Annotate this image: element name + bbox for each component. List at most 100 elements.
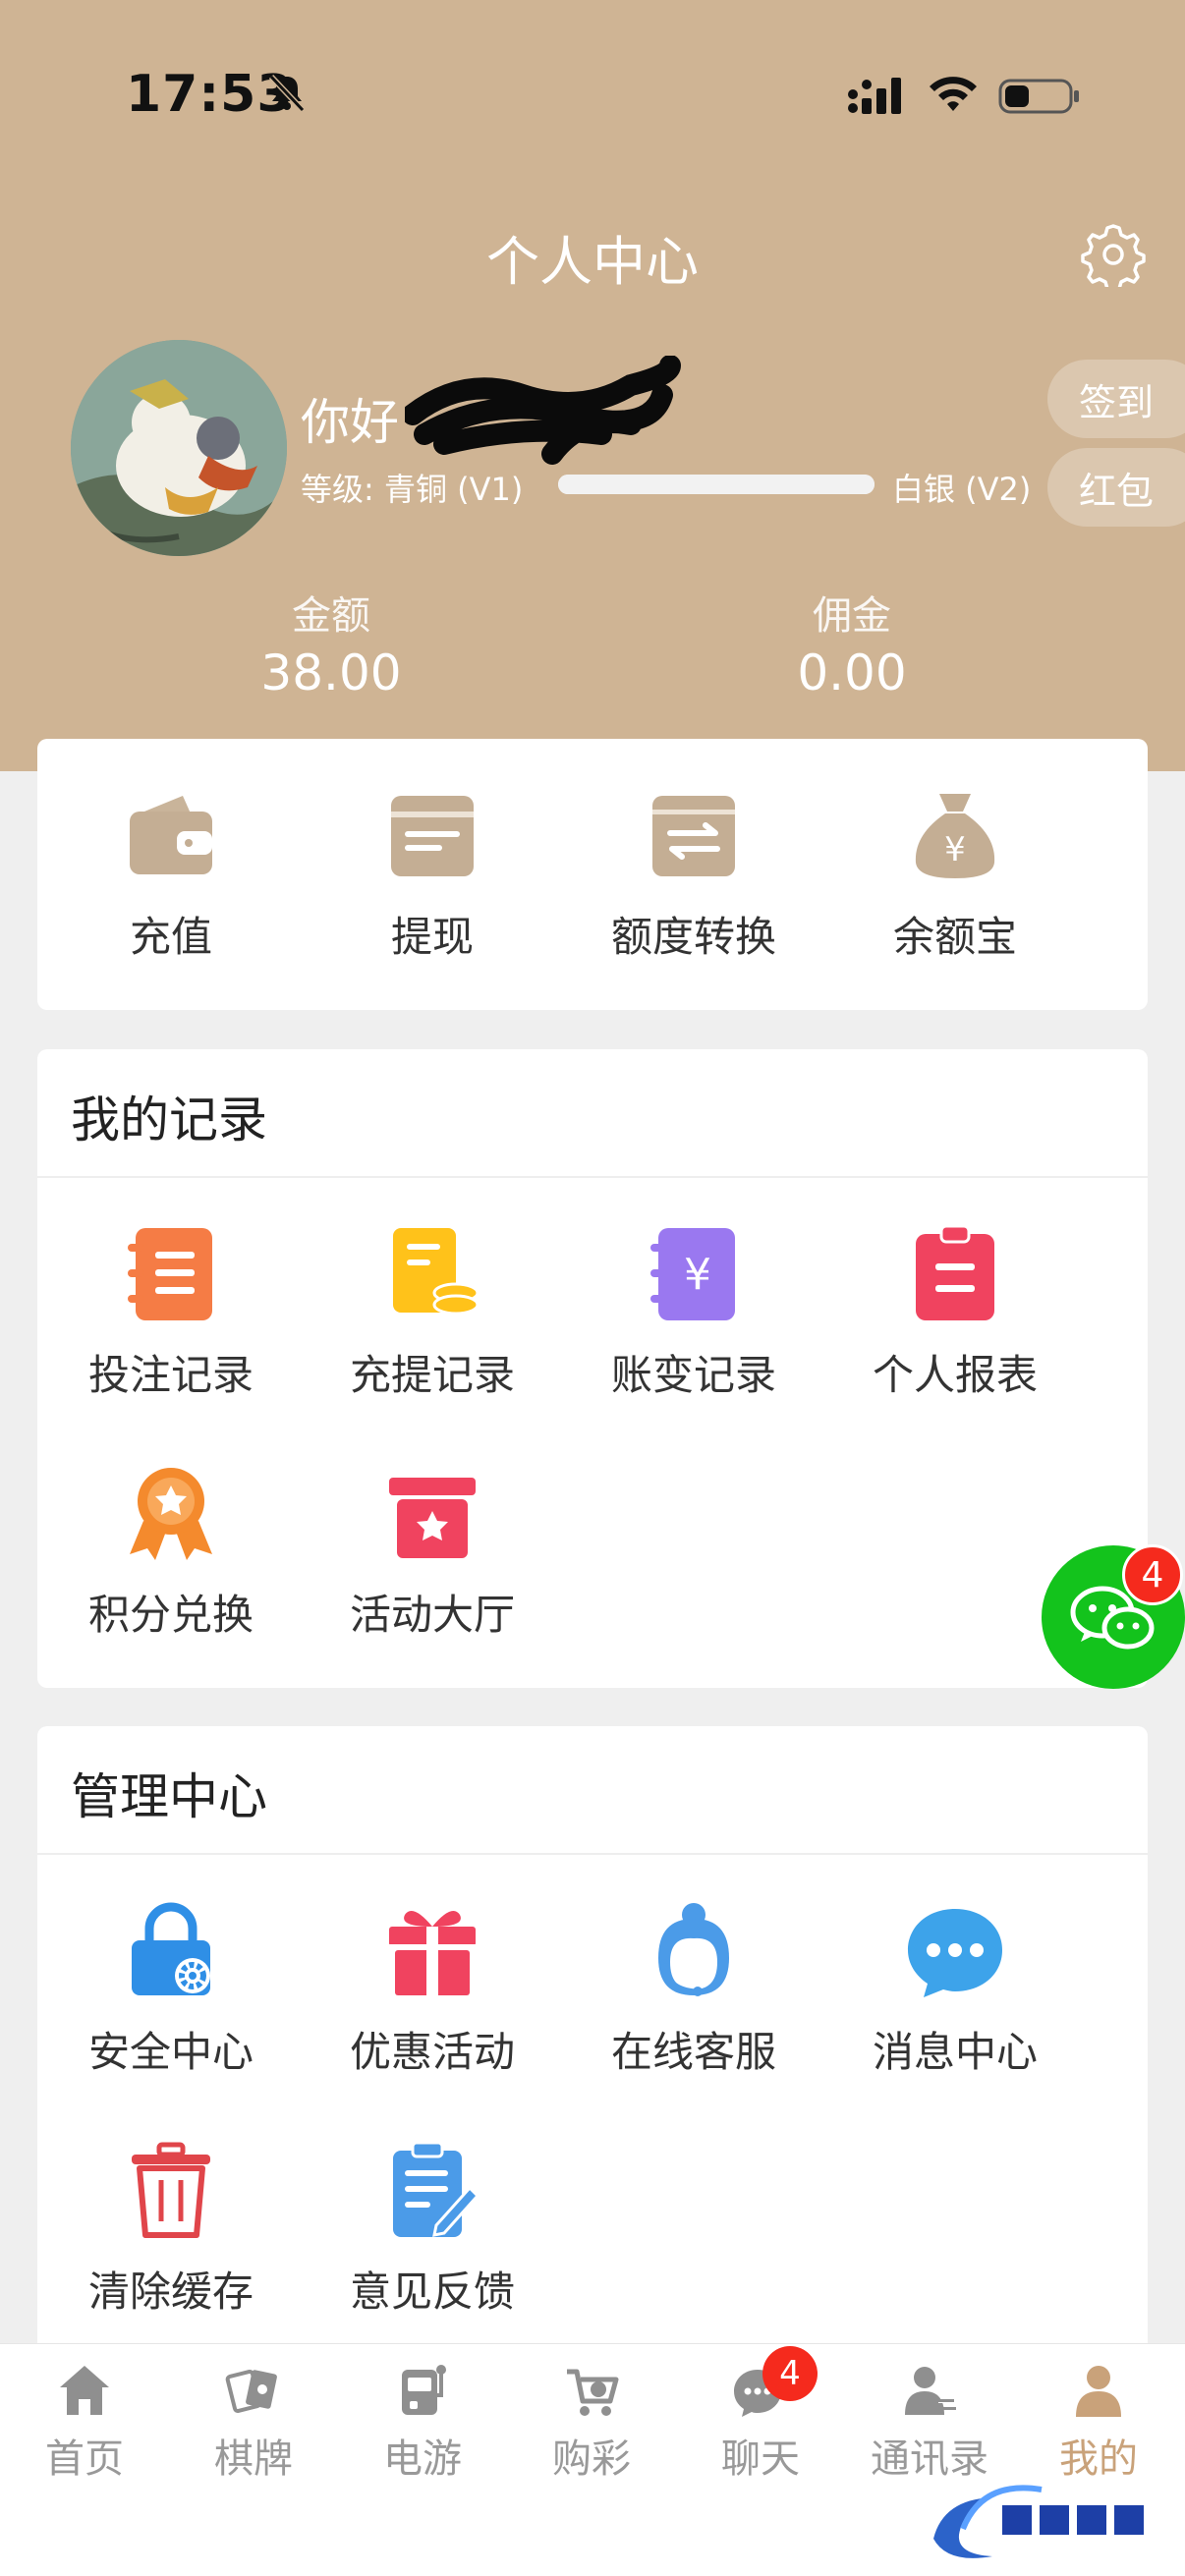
activity-hall-label: 活动大厅	[349, 1591, 515, 1639]
tab-egames-label: 电游	[383, 2436, 462, 2482]
current-level-label: 等级: 青铜 (V1)	[301, 471, 524, 508]
bet-record-button[interactable]: 投注记录	[40, 1224, 302, 1402]
feedback-button[interactable]: 意见反馈	[302, 2141, 563, 2319]
credit-transfer-button[interactable]: 额度转换	[563, 786, 824, 964]
greeting-text: 你好	[301, 394, 399, 451]
chat-unread-badge: 4	[762, 2346, 818, 2401]
balance-amount-label: 金额	[292, 593, 370, 639]
management-center-card: 管理中心 安全中心 优惠活动 在线客服 消息中心 清除缓存 意见反馈	[37, 1726, 1148, 2434]
deposit-withdraw-record-icon	[393, 1228, 480, 1316]
level-progress-bar	[558, 475, 875, 494]
customer-service-icon	[658, 1903, 729, 1996]
cellular-signal-icon	[848, 78, 901, 114]
tab-home-label: 首页	[45, 2436, 124, 2482]
clear-cache-button[interactable]: 清除缓存	[40, 2141, 302, 2319]
recharge-label: 充值	[129, 913, 212, 961]
level-progress-fill	[558, 475, 875, 494]
svg-text:¥: ¥	[684, 1250, 711, 1300]
bet-record-icon	[128, 1228, 212, 1320]
next-level-label: 白银 (V2)	[892, 471, 1032, 508]
deposit-withdraw-record-label: 充提记录	[349, 1351, 515, 1399]
watermark-logo	[933, 2485, 1161, 2558]
gift-box-icon	[389, 1478, 476, 1558]
trash-icon	[132, 2142, 210, 2238]
feedback-icon	[393, 2141, 480, 2237]
quick-actions-card: 充值 提现 额度转换 ¥ 余额宝	[37, 739, 1148, 1010]
gear-icon[interactable]	[1081, 222, 1146, 287]
wifi-icon	[930, 77, 977, 111]
wechat-unread-badge: 4	[1122, 1544, 1183, 1605]
withdraw-button[interactable]: 提现	[302, 786, 563, 964]
avatar-image	[71, 340, 287, 556]
account-change-label: 账变记录	[610, 1351, 776, 1399]
slot-machine-icon	[402, 2365, 446, 2415]
online-service-button[interactable]: 在线客服	[563, 1901, 824, 2079]
svg-text:¥: ¥	[944, 830, 966, 869]
feedback-label: 意见反馈	[349, 2268, 515, 2316]
tab-chat-label: 聊天	[721, 2436, 800, 2482]
deposit-withdraw-record-button[interactable]: 充提记录	[302, 1224, 563, 1402]
tab-chat[interactable]: 聊天	[676, 2362, 845, 2484]
online-service-label: 在线客服	[610, 2028, 776, 2076]
gift-icon	[389, 1911, 476, 1995]
tab-egames[interactable]: 电游	[338, 2362, 507, 2484]
security-center-label: 安全中心	[87, 2028, 254, 2076]
security-center-button[interactable]: 安全中心	[40, 1901, 302, 2079]
divider	[37, 1176, 1148, 1178]
tab-lottery-label: 购彩	[552, 2436, 631, 2482]
sign-in-button[interactable]: 签到	[1047, 360, 1185, 438]
tab-lottery[interactable]: 购彩	[507, 2362, 676, 2484]
money-bag-icon: ¥	[915, 794, 995, 878]
commission-label: 佣金	[813, 593, 891, 639]
chat-bubble-icon	[908, 1909, 1002, 1997]
commission-amount: 佣金 0.00	[695, 584, 1009, 701]
home-icon	[60, 2366, 109, 2415]
balance-treasure-label: 余额宝	[892, 913, 1017, 961]
withdraw-label: 提现	[390, 913, 474, 961]
personal-report-button[interactable]: 个人报表	[824, 1224, 1086, 1402]
contacts-icon	[905, 2367, 956, 2415]
points-exchange-button[interactable]: 积分兑换	[40, 1464, 302, 1642]
my-records-card: 我的记录 投注记录 充提记录 ¥ 账变记录 个人报表 积分兑换 活动大厅	[37, 1049, 1148, 1688]
report-icon	[916, 1224, 994, 1320]
tab-home[interactable]: 首页	[0, 2362, 169, 2484]
tab-contacts[interactable]: 通讯录	[845, 2362, 1014, 2484]
clear-cache-label: 清除缓存	[87, 2268, 254, 2316]
battery-icon	[998, 79, 1079, 114]
medal-icon	[130, 1468, 212, 1560]
tab-cards-label: 棋牌	[214, 2436, 293, 2482]
bet-record-label: 投注记录	[87, 1351, 254, 1399]
tab-mine[interactable]: 我的	[1014, 2362, 1183, 2484]
tab-cards[interactable]: 棋牌	[169, 2362, 338, 2484]
my-records-title: 我的记录	[71, 1092, 267, 1148]
message-center-label: 消息中心	[872, 2028, 1038, 2076]
cart-icon	[567, 2369, 619, 2416]
avatar[interactable]	[71, 340, 287, 556]
personal-report-label: 个人报表	[872, 1351, 1038, 1399]
message-center-button[interactable]: 消息中心	[824, 1901, 1086, 2079]
account-change-icon: ¥	[650, 1228, 735, 1320]
promotions-button[interactable]: 优惠活动	[302, 1901, 563, 2079]
account-change-record-button[interactable]: ¥ 账变记录	[563, 1224, 824, 1402]
redacted-username-scribble	[405, 356, 681, 465]
transfer-icon	[652, 796, 735, 876]
balance-treasure-button[interactable]: ¥ 余额宝	[824, 786, 1086, 964]
credit-transfer-label: 额度转换	[610, 913, 776, 961]
management-center-title: 管理中心	[71, 1768, 267, 1825]
promotions-label: 优惠活动	[349, 2028, 515, 2076]
red-packet-button[interactable]: 红包	[1047, 448, 1185, 527]
commission-value: 0.00	[797, 644, 907, 701]
profile-icon	[1076, 2366, 1121, 2417]
bell-muted-icon	[268, 74, 306, 113]
wallet-icon	[130, 796, 212, 874]
lock-gear-icon	[132, 1902, 210, 1995]
points-exchange-label: 积分兑换	[87, 1591, 254, 1639]
balance-amount: 金额 38.00	[174, 584, 488, 701]
withdraw-card-icon	[391, 796, 474, 876]
balance-amount-value: 38.00	[260, 644, 402, 701]
activity-hall-button[interactable]: 活动大厅	[302, 1464, 563, 1642]
divider	[37, 1853, 1148, 1855]
page-title: 个人中心	[486, 231, 699, 293]
profile-header: 17:53 个人中心 你好 等级: 青铜 (V1) 白银 (V2) 签到 红包 …	[0, 0, 1185, 771]
recharge-button[interactable]: 充值	[40, 786, 302, 964]
